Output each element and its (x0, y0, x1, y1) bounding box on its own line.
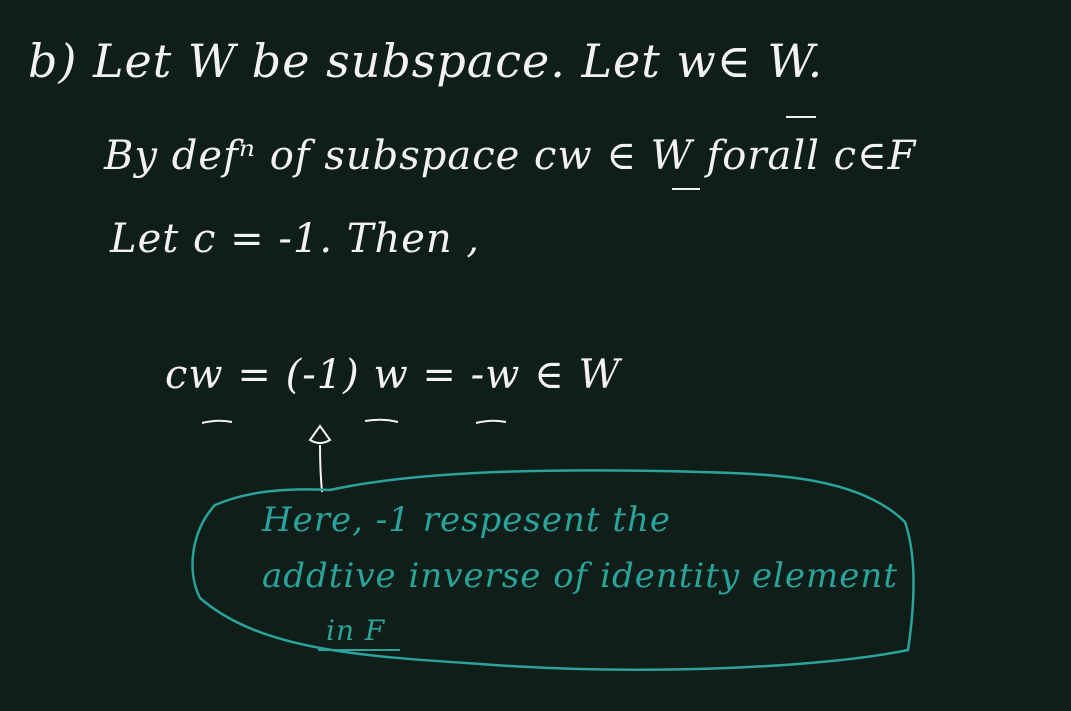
arrow-shaft (319, 444, 323, 493)
underline-w-eq1 (201, 419, 233, 424)
arrow-head (308, 424, 332, 444)
whiteboard-canvas: b) Let W be subspace. Let w∈ W. By defⁿ … (0, 0, 1071, 711)
note-line-1: Here, -1 respesent the (262, 500, 672, 540)
underline-w-eq3 (475, 419, 507, 424)
note-line-3: in F (326, 614, 386, 647)
note-line-2: addtive inverse of identity element (262, 556, 898, 596)
annotation-drawing (191, 116, 915, 671)
underline-w-eq2 (364, 418, 399, 423)
